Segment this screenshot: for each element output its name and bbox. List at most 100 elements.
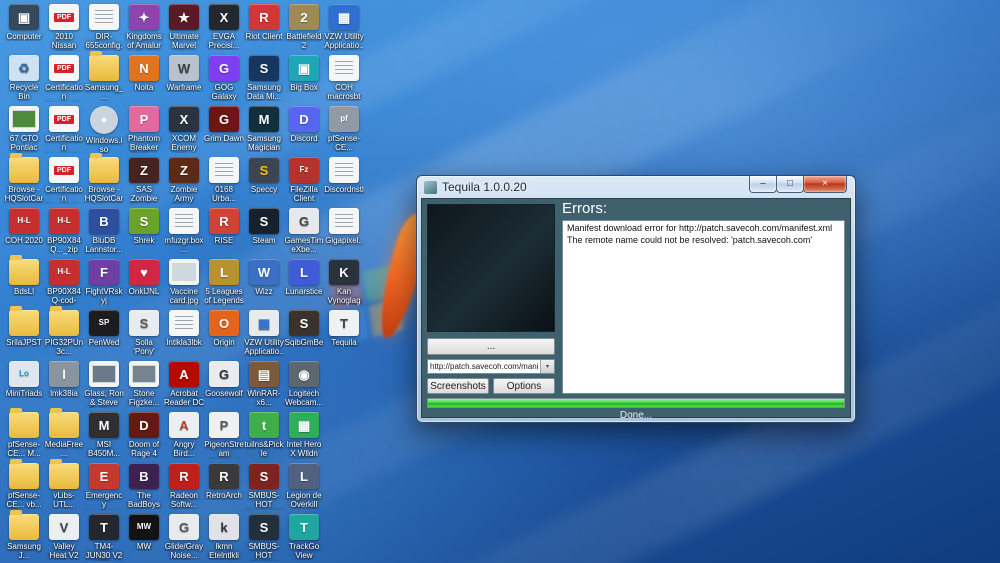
- desktop-icon[interactable]: T Tequila: [324, 310, 364, 347]
- desktop-icon[interactable]: S Speccy: [244, 157, 284, 194]
- desktop-icon[interactable]: F FightVRskyj: [84, 259, 124, 305]
- desktop-icon[interactable]: G GamesTimeXbe...: [284, 208, 324, 254]
- desktop-icon[interactable]: PDF Certification Vaccinatio...: [44, 55, 84, 102]
- screenshots-button[interactable]: Screenshots: [427, 378, 489, 394]
- desktop-icon[interactable]: PDF 2010 Nissan 370Z Toun...: [44, 4, 84, 51]
- desktop-icon[interactable]: MediaFree...: [44, 408, 84, 458]
- desktop-icon[interactable]: pfSense-CE... M...: [4, 408, 44, 458]
- desktop-icon[interactable]: Lo MiniTriads: [4, 361, 44, 398]
- desktop-icon[interactable]: D Discord: [284, 106, 324, 143]
- desktop-icon[interactable]: Gigapixel...: [324, 208, 364, 254]
- desktop-icon[interactable]: A Acrobat Reader DC: [164, 361, 204, 407]
- browse-button[interactable]: ...: [427, 338, 555, 355]
- desktop-icon[interactable]: G Grim Dawn: [204, 106, 244, 143]
- desktop-icon[interactable]: mfuzgr.box...: [164, 208, 204, 254]
- desktop-icon[interactable]: M Samsung Magician: [244, 106, 284, 152]
- desktop-icon[interactable]: X EVGA Precisi...: [204, 4, 244, 50]
- desktop-icon[interactable]: ▦ VZW Utility Applicatio...: [324, 4, 364, 51]
- desktop-icon[interactable]: Z Zombie Army Trilogy: [164, 157, 204, 204]
- desktop-icon[interactable]: S SqibGmBe: [284, 310, 324, 347]
- desktop-icon[interactable]: E Emergency Landrome: [84, 463, 124, 510]
- desktop-icon[interactable]: R Radeon Softw...: [164, 463, 204, 509]
- desktop-icon[interactable]: R RetroArch: [204, 463, 244, 500]
- desktop-icon[interactable]: ★ Ultimate Marvel vs...: [164, 4, 204, 51]
- desktop-icon[interactable]: W Wizz: [244, 259, 284, 296]
- desktop-icon[interactable]: SP PenWed: [84, 310, 124, 347]
- desktop-icon[interactable]: V Valley Heat V2: [44, 514, 84, 560]
- manifest-url-input[interactable]: [428, 360, 540, 373]
- desktop-icon[interactable]: Browse - HQSlotCars...: [4, 153, 44, 204]
- desktop-icon[interactable]: ♻ Recycle Bin: [4, 55, 44, 101]
- desktop-icon[interactable]: 67 GTO Pontiac Blu...: [4, 106, 44, 153]
- desktop-icon[interactable]: M MSI B450M...: [84, 412, 124, 458]
- desktop-icon[interactable]: S Samsung Data Mi...: [244, 55, 284, 101]
- desktop-icon[interactable]: S Steam: [244, 208, 284, 245]
- desktop-icon[interactable]: ▦ Intel Hero X Wlldn Drlv...: [284, 412, 324, 459]
- desktop-icon[interactable]: A Angry Bird...: [164, 412, 204, 458]
- maximize-button[interactable]: □: [776, 176, 804, 193]
- desktop-icon[interactable]: O Origin: [204, 310, 244, 347]
- desktop-icon[interactable]: P PigeonStream Capstan: [204, 412, 244, 459]
- close-button[interactable]: ×: [803, 176, 847, 193]
- desktop-icon[interactable]: S Solla 'Pony': [124, 310, 164, 356]
- desktop-icon[interactable]: ▣ Computer: [4, 4, 44, 41]
- desktop-icon[interactable]: Fz FileZilla Client: [284, 157, 324, 203]
- desktop-icon[interactable]: W Warframe: [164, 55, 204, 92]
- desktop-icon[interactable]: H-L BP90X84Q..._zip: [44, 208, 84, 254]
- desktop-icon[interactable]: MW MW: [124, 514, 164, 551]
- desktop-icon[interactable]: H-L BP90X84Q-cod-X86...: [44, 259, 84, 306]
- desktop-icon[interactable]: BdsLl: [4, 255, 44, 296]
- desktop-icon[interactable]: L 5 Leagues of Legends: [204, 259, 244, 305]
- options-button[interactable]: Options: [493, 378, 555, 394]
- desktop-icon[interactable]: 0168 Urba...: [204, 157, 244, 203]
- desktop-icon[interactable]: Samsung_...: [84, 51, 124, 101]
- desktop-icon[interactable]: K Kan Vynoglag: [324, 259, 364, 305]
- desktop-icon[interactable]: t tuilns&Pickle: [244, 412, 284, 458]
- desktop-icon[interactable]: ✦ Kingdoms of Amalur Re...: [124, 4, 164, 51]
- desktop-icon[interactable]: L Legion de Overkill: [284, 463, 324, 509]
- desktop-icon[interactable]: ◉ Logitech Webcam...: [284, 361, 324, 407]
- desktop-icon[interactable]: COH macrosbt: [324, 55, 364, 101]
- desktop-icon[interactable]: Intlkla3lbk: [164, 310, 204, 347]
- desktop-icon[interactable]: DIR-655config.bin: [84, 4, 124, 51]
- titlebar[interactable]: Tequila 1.0.0.20 – □ ×: [417, 176, 855, 198]
- desktop-icon[interactable]: S Shrek: [124, 208, 164, 245]
- desktop-icon[interactable]: Vaccine card.jpg: [164, 259, 204, 305]
- desktop-icon[interactable]: B BluDB Lannstor...: [84, 208, 124, 254]
- manifest-url-combobox[interactable]: ▾: [427, 359, 555, 374]
- errors-textbox[interactable]: Manifest download error for http://patch…: [562, 220, 845, 394]
- desktop-icon[interactable]: 2 Battlefield 2: [284, 4, 324, 50]
- desktop-icon[interactable]: L Lunarstice: [284, 259, 324, 296]
- desktop-icon[interactable]: Stone Figzke...: [124, 361, 164, 407]
- desktop-icon[interactable]: G Goosewolf: [204, 361, 244, 398]
- desktop-icon[interactable]: X XCOM Enemy W...: [164, 106, 204, 153]
- minimize-button[interactable]: –: [749, 176, 777, 193]
- desktop-icon[interactable]: S SMBUS-HOT Connect/Va...: [244, 463, 284, 510]
- combo-dropdown-icon[interactable]: ▾: [540, 360, 554, 373]
- desktop-icon[interactable]: l lmk38ia: [44, 361, 84, 398]
- desktop-icon[interactable]: T TrackGo View: [284, 514, 324, 560]
- desktop-icon[interactable]: G GOG Galaxy: [204, 55, 244, 101]
- desktop-icon[interactable]: Windows.iso: [84, 106, 124, 154]
- desktop-icon[interactable]: N Noita: [124, 55, 164, 92]
- desktop-icon[interactable]: P Phantom Breaker Batt...: [124, 106, 164, 153]
- desktop-icon[interactable]: PDF Certification Vaccinatio...: [44, 106, 84, 153]
- desktop-icon[interactable]: SrilaJPST: [4, 306, 44, 347]
- desktop-icon[interactable]: Samsung J...: [4, 510, 44, 560]
- desktop-icon[interactable]: pf pfSense-CE...: [324, 106, 364, 152]
- desktop-icon[interactable]: T TM4-JUN30 V2 MIS-MISTY...: [84, 514, 124, 561]
- desktop-icon[interactable]: B The BadBoys: [124, 463, 164, 509]
- desktop-icon[interactable]: Z SAS Zombie Assau...: [124, 157, 164, 204]
- desktop-icon[interactable]: Browse - HQSlotCars...: [84, 153, 124, 204]
- desktop-icon[interactable]: Glass, Ron & Steve Figzke...: [84, 361, 124, 408]
- desktop-icon[interactable]: Discordnstl: [324, 157, 364, 194]
- desktop-icon[interactable]: pfSense-CE... vb...: [4, 459, 44, 509]
- desktop-icon[interactable]: vLibs-UTL...: [44, 459, 84, 509]
- desktop-icon[interactable]: PIG32PUn3c...: [44, 306, 84, 356]
- desktop-icon[interactable]: R Riot Client: [244, 4, 284, 41]
- desktop-icon[interactable]: G Glide/Gray Noise...: [164, 514, 204, 560]
- desktop-icon[interactable]: D Doom of Rage 4: [124, 412, 164, 458]
- desktop-icon[interactable]: ▣ Big Box: [284, 55, 324, 92]
- desktop-icon[interactable]: k lkmn Etelntlkli: [204, 514, 244, 560]
- desktop-icon[interactable]: ♥ OnklJNL: [124, 259, 164, 296]
